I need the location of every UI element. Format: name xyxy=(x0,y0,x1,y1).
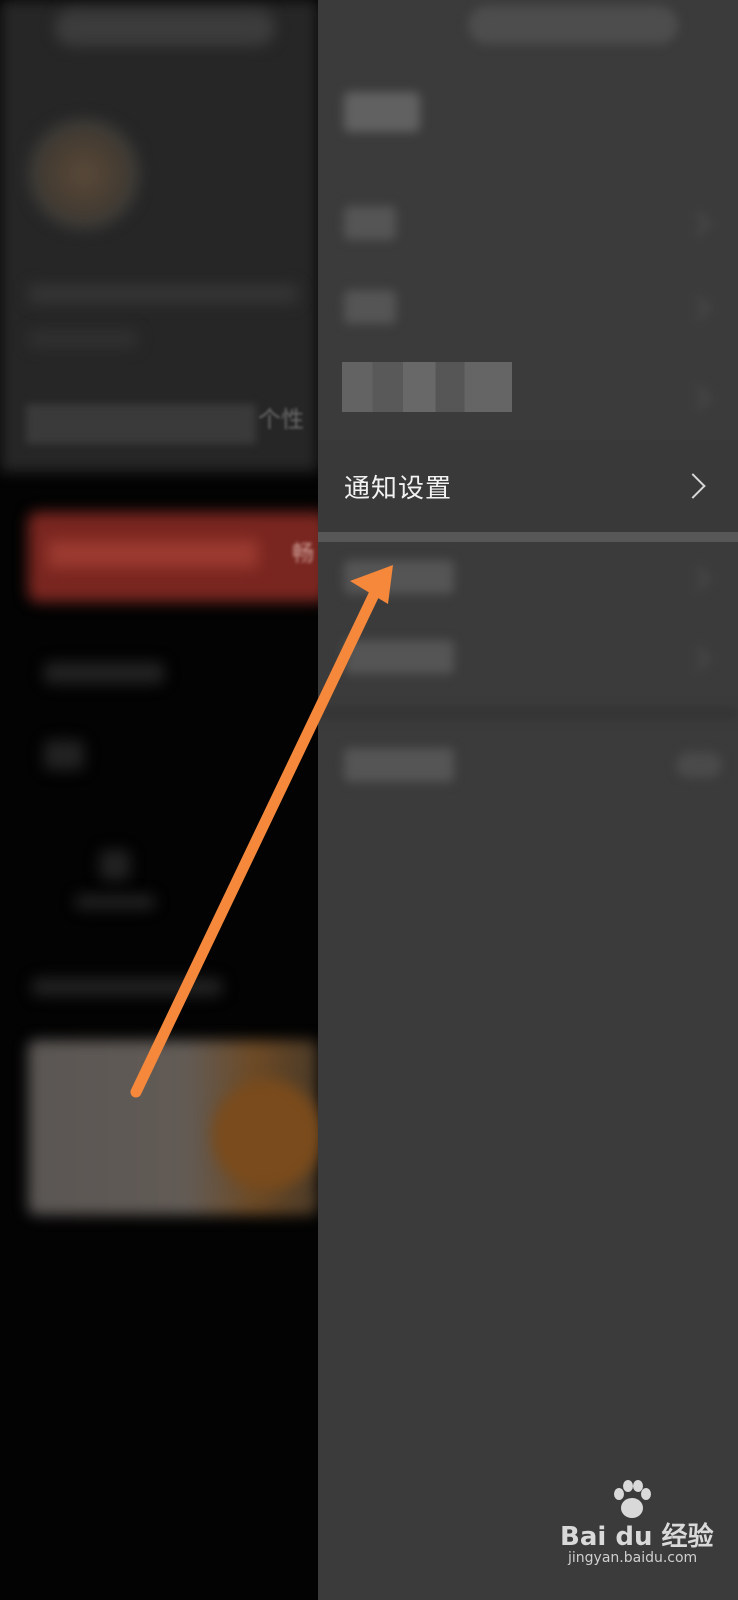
notification-settings-item[interactable]: 通知设置 xyxy=(318,440,738,532)
chevron-right-icon xyxy=(686,212,710,236)
blurred-setting-item xyxy=(344,748,454,782)
blurred-subtitle xyxy=(28,330,138,348)
mosaic-setting-item xyxy=(342,362,512,412)
watermark-logo-text: Bai du 经验 xyxy=(560,1522,714,1552)
chevron-right-icon xyxy=(686,566,710,590)
chevron-right-icon xyxy=(686,386,710,410)
blurred-row xyxy=(75,895,155,909)
avatar xyxy=(28,118,140,230)
chevron-right-icon xyxy=(680,473,706,499)
blurred-icon xyxy=(100,850,130,880)
blurred-drawer-title xyxy=(344,92,420,132)
blurred-setting-item xyxy=(344,290,396,324)
phone-screen: 个性 畅 通知设置 Bai du 经验 jingyan.baidu.com xyxy=(0,0,738,1600)
watermark-url: jingyan.baidu.com xyxy=(568,1550,698,1566)
settings-drawer xyxy=(318,0,738,1600)
promo-card-text xyxy=(48,540,258,568)
row-separator xyxy=(318,532,738,542)
paw-icon xyxy=(614,1480,651,1518)
blurred-setting-item xyxy=(344,640,454,674)
blurred-setting-item xyxy=(344,560,454,594)
watermark: Bai du 经验 jingyan.baidu.com xyxy=(560,1480,730,1594)
background-profile-page: 个性 畅 xyxy=(0,0,318,1600)
chevron-right-icon xyxy=(686,646,710,670)
blurred-row xyxy=(32,978,222,996)
blurred-row xyxy=(44,740,84,770)
blurred-drawer-top-bar xyxy=(468,6,678,44)
blurred-username xyxy=(28,284,298,304)
mosaic-signature xyxy=(26,404,256,444)
section-divider xyxy=(318,708,738,718)
promo-card-suffix: 畅 xyxy=(292,542,315,567)
blurred-setting-item xyxy=(344,206,396,240)
notification-settings-label: 通知设置 xyxy=(344,473,453,504)
blurred-top-bar xyxy=(55,10,275,46)
blurred-photo-object xyxy=(212,1080,318,1190)
blurred-row xyxy=(44,662,164,684)
toggle-switch[interactable] xyxy=(676,752,722,778)
signature-suffix-text: 个性 xyxy=(258,407,304,433)
chevron-right-icon xyxy=(686,296,710,320)
